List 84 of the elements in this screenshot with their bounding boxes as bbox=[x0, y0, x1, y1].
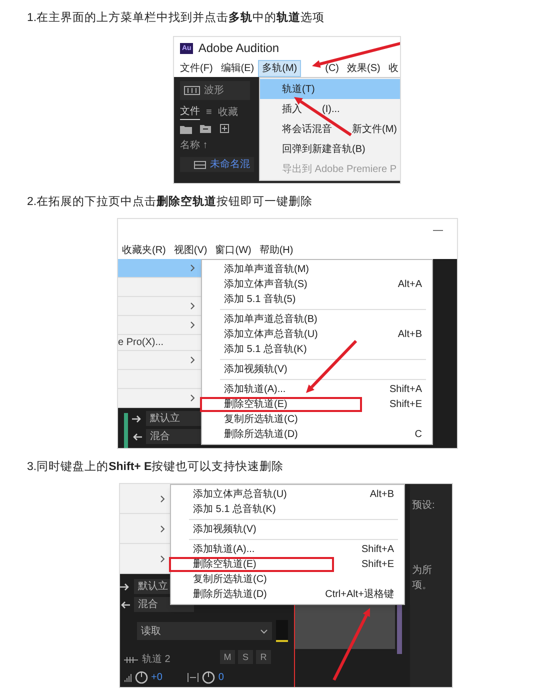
right-arrow-icon bbox=[132, 414, 142, 422]
menu-item[interactable]: e Pro(X)... bbox=[118, 335, 164, 350]
panel-text: 项。 bbox=[412, 579, 433, 593]
chevron-icon bbox=[160, 554, 165, 562]
menu-item[interactable]: 添加轨道(A)... Shift+A bbox=[202, 382, 432, 397]
automation-dropdown[interactable]: 读取 bbox=[137, 622, 272, 640]
menu-item[interactable]: 收 bbox=[384, 60, 400, 76]
shortcut-label: Ctrl+Alt+退格键 bbox=[325, 588, 394, 602]
chevron-icon bbox=[160, 494, 165, 502]
menu-item[interactable]: 回弹到新建音轨(B) bbox=[260, 139, 400, 159]
menu-item[interactable]: 添加立体声音轨(S) Alt+A bbox=[202, 277, 432, 292]
add-icon bbox=[220, 124, 230, 134]
track-color-bar bbox=[124, 413, 128, 448]
panel-tab[interactable]: ≡ bbox=[206, 104, 212, 120]
session-icon bbox=[194, 160, 206, 168]
step-text: 2.在拓展的下拉页中点击删除空轨道按钮即可一键删除 bbox=[27, 194, 314, 210]
pan-icon bbox=[187, 673, 200, 682]
menu-item[interactable]: (C) bbox=[321, 60, 344, 76]
volume-value: +0 bbox=[151, 671, 162, 685]
folder-icon bbox=[180, 124, 192, 134]
arrow bbox=[306, 340, 358, 393]
shortcut-label: Shift+A bbox=[361, 543, 394, 557]
chevron-icon bbox=[190, 394, 195, 402]
tool-label: 波形 bbox=[204, 84, 224, 98]
menu-item[interactable]: 文件(F) bbox=[176, 60, 217, 76]
pan-value: 0 bbox=[218, 671, 224, 685]
panel-text: 预设: bbox=[412, 499, 436, 513]
chevron-down-icon bbox=[260, 628, 268, 634]
menu-item[interactable]: 添加 5.1 总音轨(K) bbox=[202, 342, 432, 357]
shortcut-label: Shift+A bbox=[389, 383, 422, 397]
menu-item[interactable]: 插入 (I)... bbox=[260, 99, 400, 119]
menu-item[interactable]: 添加单声道音轨(M) bbox=[202, 262, 432, 277]
menu-item[interactable]: 添加立体声总音轨(U) Alt+B bbox=[202, 327, 432, 342]
folder-icon bbox=[200, 124, 212, 134]
menu-item[interactable]: 添加单声道总音轨(B) bbox=[202, 312, 432, 327]
panel-tab[interactable]: 文件 bbox=[180, 104, 200, 120]
step-text: 3.同时键盘上的Shift+ E按键也可以支持快速删除 bbox=[27, 460, 285, 475]
volume-icon bbox=[124, 674, 132, 682]
menu-item[interactable]: 帮助(H) bbox=[255, 242, 298, 258]
level-meter bbox=[276, 620, 288, 642]
menu-item[interactable]: 添加 5.1 音轨(5) bbox=[202, 292, 432, 307]
panel-tab[interactable]: 收藏 bbox=[218, 104, 238, 120]
shortcut-label: Alt+B bbox=[370, 488, 394, 502]
menu-item[interactable]: 视图(V) bbox=[170, 242, 212, 258]
track-button[interactable]: S bbox=[238, 650, 253, 664]
file-name: 未命名混 bbox=[210, 158, 250, 172]
chevron-icon bbox=[190, 302, 195, 310]
knob-icon bbox=[135, 671, 148, 684]
track-name: 轨道 2 bbox=[142, 652, 170, 667]
menu-item[interactable] bbox=[118, 259, 201, 278]
track-button[interactable]: M bbox=[220, 650, 235, 664]
menu-item[interactable]: 添加视频轨(V) bbox=[202, 362, 432, 377]
menu-item[interactable]: 窗口(W) bbox=[211, 242, 256, 258]
knob-icon bbox=[202, 671, 216, 684]
track-icon bbox=[124, 656, 138, 664]
menu-item[interactable]: 轨道(T) bbox=[260, 79, 400, 99]
shortcut-label: Alt+B bbox=[398, 328, 422, 342]
chevron-icon bbox=[190, 321, 195, 329]
shortcut-label: C bbox=[414, 428, 422, 442]
menu-item[interactable]: 多轨(M) bbox=[258, 60, 302, 76]
minimize-button[interactable]: — bbox=[433, 222, 443, 238]
shortcut-label: Shift+E bbox=[389, 398, 422, 412]
step-text: 1.在主界面的上方菜单栏中找到并点击多轨中的轨道选项 bbox=[27, 10, 326, 26]
left-arrow-icon bbox=[120, 600, 130, 608]
right-arrow-icon bbox=[120, 582, 130, 590]
menu-item[interactable]: 编辑(E) bbox=[216, 60, 258, 76]
menu-item[interactable]: 将会话混音 新文件(M) bbox=[260, 119, 400, 139]
menu-item[interactable]: 收藏夹(R) bbox=[118, 242, 170, 258]
left-arrow-icon bbox=[132, 432, 142, 440]
menu-item[interactable]: 添加 5.1 总音轨(K) bbox=[171, 502, 404, 517]
track-button[interactable]: R bbox=[256, 650, 271, 664]
menu-item[interactable]: 添加视频轨(V) bbox=[171, 522, 404, 537]
chevron-icon bbox=[190, 264, 195, 272]
menu-item[interactable]: 添加轨道(A)... Shift+A bbox=[171, 542, 404, 557]
window-title: Adobe Audition bbox=[198, 40, 280, 57]
shortcut-label: Shift+E bbox=[361, 558, 394, 572]
panel-text: 为所 bbox=[412, 564, 433, 578]
chevron-icon bbox=[190, 356, 195, 364]
menu-item[interactable]: 添加立体声总音轨(U) Alt+B bbox=[171, 487, 404, 502]
waveform-icon bbox=[184, 86, 200, 95]
shortcut-label: Alt+A bbox=[398, 278, 422, 292]
column-header: 名称 ↑ bbox=[180, 139, 208, 153]
menu-item[interactable]: 效果(S) bbox=[343, 60, 384, 76]
chevron-icon bbox=[160, 524, 165, 532]
